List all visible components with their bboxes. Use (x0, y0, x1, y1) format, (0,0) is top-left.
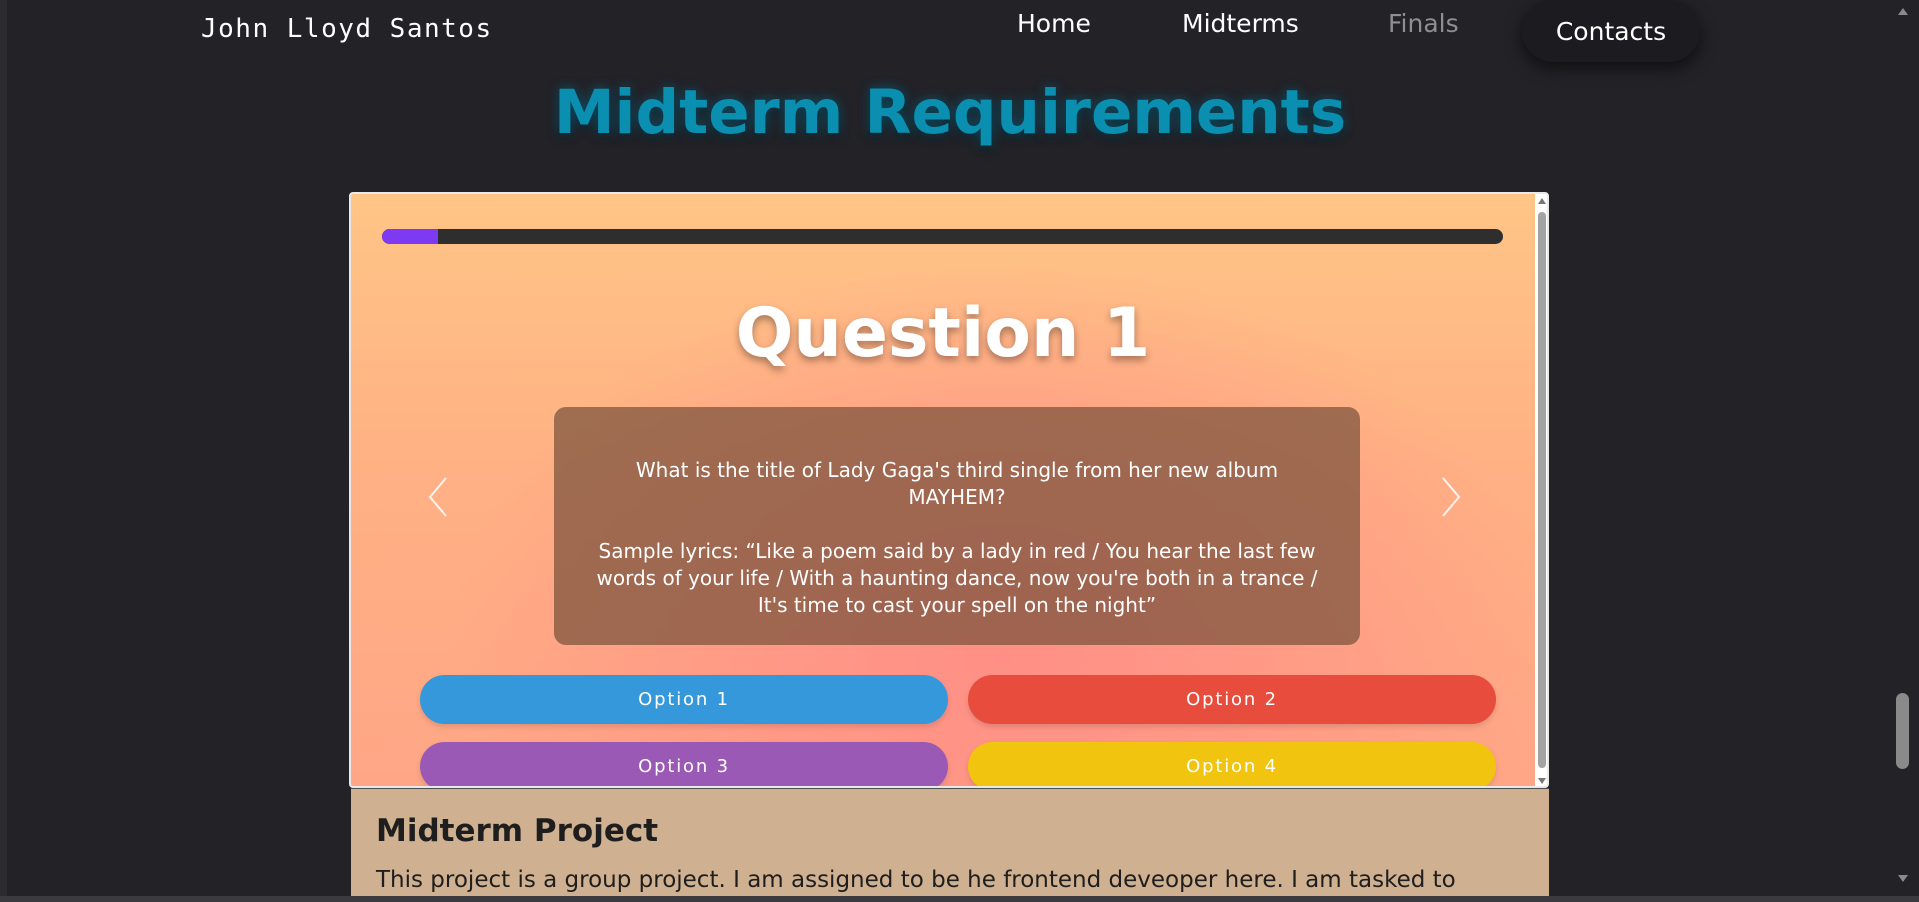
chevron-left-icon (428, 477, 447, 517)
window-bottom-edge (0, 896, 1919, 902)
quiz-progress-fill (382, 229, 439, 244)
brand-name[interactable]: John Lloyd Santos (201, 14, 493, 44)
scroll-down-arrow-icon[interactable] (1538, 778, 1546, 784)
nav-finals-link[interactable]: Finals (1388, 9, 1459, 38)
question-box: What is the title of Lady Gaga's third s… (554, 407, 1360, 645)
option-3-button[interactable]: Option 3 (420, 742, 948, 786)
option-4-button[interactable]: Option 4 (968, 742, 1496, 786)
page-scroll-thumb[interactable] (1896, 693, 1909, 769)
nav-home-link[interactable]: Home (1017, 9, 1091, 38)
question-text: What is the title of Lady Gaga's third s… (635, 458, 1279, 509)
quiz-panel: Question 1 What is the title of Lady Gag… (351, 194, 1535, 786)
option-2-button[interactable]: Option 2 (968, 675, 1496, 724)
page-scrollbar[interactable] (1895, 0, 1919, 902)
page-scroll-up-icon[interactable] (1898, 8, 1908, 15)
chevron-right-icon (1442, 477, 1461, 517)
page-title: Midterm Requirements (553, 77, 1347, 148)
nav-midterms-link[interactable]: Midterms (1182, 9, 1299, 38)
question-title: Question 1 (735, 294, 1151, 373)
prev-question-button[interactable] (422, 472, 456, 522)
sample-lyrics-text: Sample lyrics: “Like a poem said by a la… (596, 539, 1318, 617)
option-1-button[interactable]: Option 1 (420, 675, 948, 724)
next-question-button[interactable] (1433, 472, 1467, 522)
frame-scroll-thumb[interactable] (1538, 212, 1546, 768)
midterm-project-card: Midterm Project This project is a group … (351, 788, 1549, 902)
frame-scrollbar[interactable] (1535, 194, 1547, 786)
project-description: This project is a group project. I am as… (376, 867, 1456, 893)
project-title: Midterm Project (376, 813, 659, 849)
page-scroll-down-icon[interactable] (1898, 875, 1908, 882)
scroll-up-arrow-icon[interactable] (1538, 198, 1546, 204)
quiz-progress-bar (382, 229, 1503, 244)
quiz-embed-frame[interactable]: Question 1 What is the title of Lady Gag… (349, 192, 1549, 788)
nav-contacts-button[interactable]: Contacts (1522, 0, 1700, 62)
